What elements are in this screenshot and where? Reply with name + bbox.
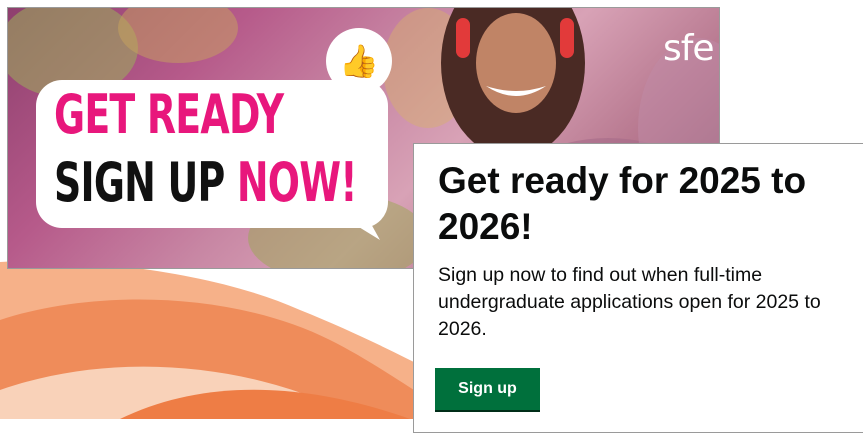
sfe-logo: sfe [663,28,715,69]
sign-up-button[interactable]: Sign up [435,368,540,410]
headline-line-2: SIGN UP NOW! [54,156,358,210]
headline-line-1: GET READY [54,83,284,146]
card-description: Sign up now to find out when full-time u… [438,264,821,340]
headline-now: NOW! [236,151,358,214]
decorative-swooshes [0,261,430,419]
banner-headline: GET READY SIGN UP NOW! [54,83,358,210]
signup-card: Get ready for 2025 to 2026! Sign up now … [413,143,863,433]
thumbs-up-icon: 👍 [339,43,379,79]
headline-sign-up: SIGN UP [54,151,225,214]
card-title: Get ready for 2025 to 2026! [438,160,807,247]
